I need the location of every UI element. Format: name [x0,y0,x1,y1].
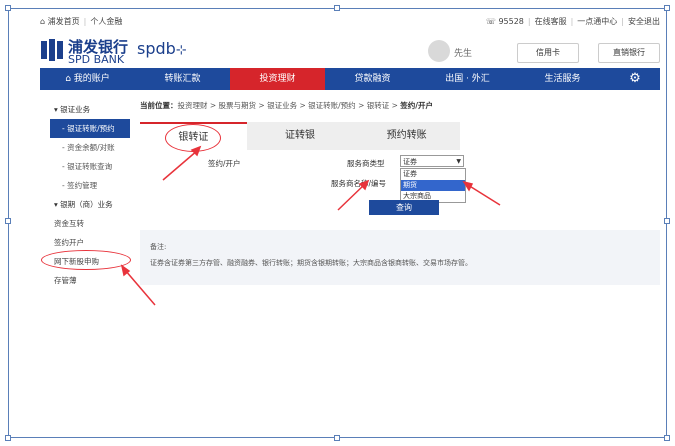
gear-icon[interactable]: ⚙ [610,68,660,90]
main-content: 当前位置：投资理财 > 股票与期货 > 银证业务 > 银证转账/预约 > 银转证… [140,100,660,285]
sidebar-item-fund-transfer[interactable]: 资金互转 [50,214,130,233]
spdb-brand: spdb⊹ [137,39,187,58]
provider-type-options: 证券 期货 大宗商品 [400,168,466,203]
provider-type-select[interactable]: 证券 ▼ [400,155,464,167]
nav-my-account[interactable]: ⌂ 我的账户 [40,68,135,90]
home-icon: ⌂ [65,74,74,84]
sidebar-group-securities[interactable]: ▾ 银证业务 [50,100,130,119]
notes-panel: 备注: 证券含证券第三方存管、融资融券、银行转账；期货含银期转账；大宗商品含银商… [140,230,660,285]
home-link[interactable]: 浦发首页 [48,17,80,26]
tab-securities-to-bank[interactable]: 证转银 [247,122,354,150]
sidebar-item-sign-manage[interactable]: - 签约管理 [50,176,130,195]
resize-handle[interactable] [5,218,11,224]
dropdown-arrow-icon: ▼ [456,158,461,165]
annotation-circle [41,250,131,270]
annotation-circle [165,124,221,152]
credit-card-button[interactable]: 信用卡 [517,43,579,63]
sidebar-item-query[interactable]: - 银证转账查询 [50,157,130,176]
resize-handle[interactable] [334,435,340,441]
direct-bank-button[interactable]: 直销银行 [598,43,660,63]
logout-link[interactable]: 安全退出 [628,17,660,26]
resize-handle[interactable] [664,435,670,441]
nav-investment[interactable]: 投资理财 [230,68,325,90]
sidebar-item-depository[interactable]: 存管薄 [50,271,130,290]
notes-text: 证券含证券第三方存管、融资融券、银行转账；期货含银期转账；大宗商品含银商转账、交… [150,259,472,267]
resize-handle[interactable] [5,435,11,441]
phone-number: 95528 [498,17,524,26]
resize-handle[interactable] [334,5,340,11]
nav-forex[interactable]: 出国 · 外汇 [420,68,515,90]
sidebar-item-balance[interactable]: - 资金余额/对账 [50,138,130,157]
resize-handle[interactable] [664,218,670,224]
header: 浦发银行 SPD BANK spdb⊹ 先生 信用卡 直销银行 [40,34,660,68]
top-utility-bar: ⌂ 浦发首页 | 个人金融 ☏ 95528 | 在线客服 | 一点通中心 | 安全退出 [40,17,660,26]
nav-life[interactable]: 生活服务 [515,68,610,90]
main-nav: ⌂ 我的账户 转账汇款 投资理财 贷款融资 出国 · 外汇 生活服务 ⚙ [40,68,660,90]
nav-loans[interactable]: 贷款融资 [325,68,420,90]
online-service-link[interactable]: 在线客服 [535,17,567,26]
tab-scheduled-transfer[interactable]: 预约转账 [353,122,460,150]
resize-handle[interactable] [664,5,670,11]
sidebar-item-transfer[interactable]: - 银证转账/预约 [50,119,130,138]
one-stop-link[interactable]: 一点通中心 [577,17,617,26]
provider-name-label: 服务商名称/编号 [331,179,387,188]
breadcrumb: 当前位置：投资理财 > 股票与期货 > 银证业务 > 银证转账/预约 > 银转证… [140,101,434,110]
spdb-logo-icon [41,39,63,61]
phone-icon: ☏ [485,17,496,26]
avatar[interactable] [428,40,450,62]
resize-handle[interactable] [5,5,11,11]
plus-cross-icon: ⊹ [175,43,187,58]
option-securities[interactable]: 证券 [401,169,465,180]
provider-type-label: 服务商类型 [347,159,385,168]
nav-transfer[interactable]: 转账汇款 [135,68,230,90]
personal-link[interactable]: 个人金融 [90,17,122,26]
username: 先生 [454,49,473,59]
form-section-label: 签约/开户 [208,159,241,168]
query-button[interactable]: 查询 [369,200,439,215]
logo-text-en: SPD BANK [68,53,125,66]
notes-title: 备注: [150,243,167,251]
option-futures[interactable]: 期货 [401,180,465,191]
sidebar-group-futures[interactable]: ▾ 银期（商）业务 [50,195,130,214]
home-icon: ⌂ [40,17,46,26]
